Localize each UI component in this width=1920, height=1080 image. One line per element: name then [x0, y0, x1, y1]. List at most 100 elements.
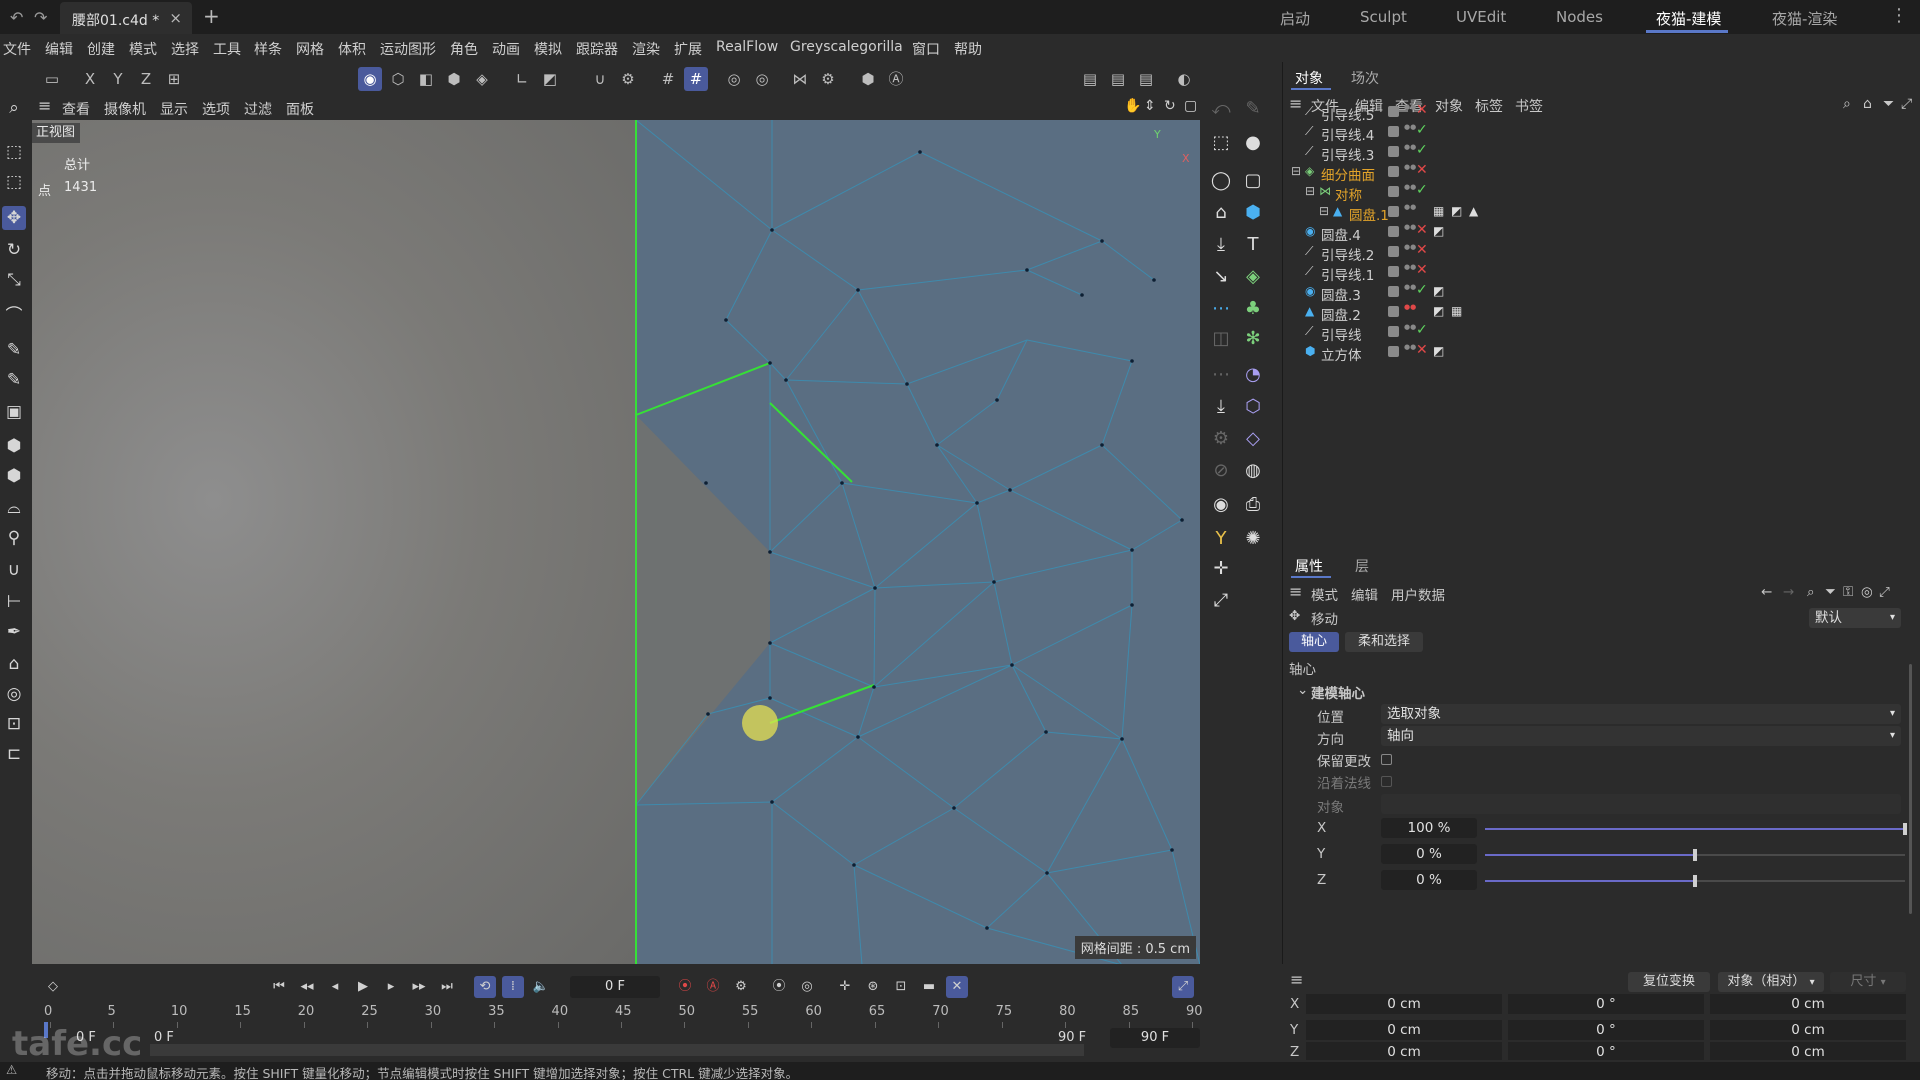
mesh-wireframe[interactable] — [32, 120, 1200, 965]
axis-icon[interactable]: Y — [1208, 526, 1234, 552]
x-slider-knob[interactable] — [1903, 823, 1907, 835]
disabled-cross-icon[interactable]: ✕ — [1416, 102, 1428, 118]
along-normal-checkbox[interactable] — [1381, 776, 1392, 787]
expand-group-icon[interactable]: ⌄ — [1297, 682, 1308, 698]
render-settings-icon[interactable]: ▤ — [1134, 67, 1158, 91]
viewport-menu-panel[interactable]: 面板 — [286, 99, 314, 119]
line-cut-icon[interactable]: ✎ — [2, 368, 26, 392]
points-mode-icon[interactable]: ◉ — [358, 67, 382, 91]
visibility-dots[interactable]: ●● — [1404, 304, 1416, 311]
layer-swatch[interactable] — [1388, 146, 1399, 157]
y-slider-knob[interactable] — [1693, 849, 1697, 861]
workplane-icon[interactable]: ◎ — [722, 67, 746, 91]
object-name[interactable]: 立方体 — [1321, 344, 1362, 364]
render-picture-viewer-icon[interactable]: ▤ — [1106, 67, 1130, 91]
object-row[interactable]: ⊟ ⋈ 对称 ●● ✓ — [1283, 182, 1920, 204]
model-mode-icon[interactable]: ⬢ — [442, 67, 466, 91]
pen-tool-icon[interactable]: ✒ — [2, 620, 26, 644]
key-rotation-icon[interactable]: ◎ — [796, 976, 818, 998]
sphere-icon[interactable]: ● — [1240, 130, 1266, 156]
layer-swatch[interactable] — [1388, 166, 1399, 177]
viewport-menu-display[interactable]: 显示 — [160, 99, 188, 119]
center-axis-icon[interactable]: ✛ — [1208, 556, 1234, 582]
disabled-cross-icon[interactable]: ✕ — [1416, 342, 1428, 358]
z-slider-knob[interactable] — [1693, 875, 1697, 887]
key-scale-icon[interactable]: ✛ — [834, 976, 856, 998]
layer-swatch[interactable] — [1388, 286, 1399, 297]
render-region-icon[interactable]: ⬢ — [856, 67, 880, 91]
visibility-dots[interactable]: ●● — [1404, 284, 1416, 291]
object-name[interactable]: 圆盘.2 — [1321, 304, 1361, 324]
viewport[interactable]: 正视图 总计 点 1431 Y X 网格间距 : 0.5 cm — [32, 120, 1200, 965]
object-row[interactable]: ⟋ 引导线.4 ●● ✓ — [1283, 122, 1920, 144]
drop-to-floor-icon[interactable]: ⤓ — [1208, 232, 1234, 258]
subdivision-surface-icon[interactable]: ◈ — [1240, 264, 1266, 290]
rotation-x-field[interactable]: 0 ° — [1508, 994, 1704, 1014]
lock-icon[interactable]: ⚿ — [1843, 584, 1853, 600]
keyframe-selection-icon[interactable]: ⚙ — [730, 976, 752, 998]
back-icon[interactable]: ← — [1761, 584, 1772, 600]
rectangle-spline-icon[interactable]: ▢ — [1240, 168, 1266, 194]
y-slider[interactable] — [1485, 849, 1905, 861]
layer-swatch[interactable] — [1388, 206, 1399, 217]
object-name[interactable]: 对称 — [1335, 184, 1362, 204]
close-tab-icon[interactable]: × — [169, 9, 182, 27]
slide-tool-icon[interactable]: ◎ — [2, 682, 26, 706]
layout-tab-uvedit[interactable]: UVEdit — [1456, 8, 1506, 26]
collapse-toggle-icon[interactable]: ⊟ — [1305, 184, 1315, 198]
position-x-field[interactable]: 0 cm — [1306, 994, 1502, 1014]
viewport-solo-icon[interactable]: ◐ — [1172, 67, 1196, 91]
position-z-field[interactable]: 0 cm — [1306, 1042, 1502, 1060]
enabled-check-icon[interactable]: ✓ — [1416, 282, 1428, 298]
bevel-icon[interactable]: ⬢ — [2, 464, 26, 488]
enabled-check-icon[interactable]: ✓ — [1416, 322, 1428, 338]
visibility-dots[interactable]: ●● — [1404, 324, 1416, 331]
object-row[interactable]: ⟋ 引导线.5 ●● ✕ — [1283, 102, 1920, 124]
object-tag-icon[interactable]: ◩ — [1433, 224, 1444, 238]
axis-mode-icon[interactable]: ∟ — [510, 67, 534, 91]
visibility-dots[interactable]: ●● — [1404, 344, 1416, 351]
key-options-icon[interactable]: ▬ — [918, 976, 940, 998]
object-row[interactable]: ⟋ 引导线.2 ●● ✕ — [1283, 242, 1920, 264]
collapse-toggle-icon[interactable]: ⊟ — [1319, 204, 1329, 218]
preview-start-value[interactable]: 0 F — [154, 1030, 174, 1045]
paint-icon[interactable]: ✎ — [1240, 96, 1266, 122]
viewport-settings-icon[interactable]: ⚙ — [1208, 426, 1234, 452]
magnet-icon[interactable]: ∪ — [588, 67, 612, 91]
snap-grid-icon[interactable]: ⋯ — [1208, 362, 1234, 388]
cloner-icon[interactable]: ♣ — [1240, 296, 1266, 322]
preset-dropdown[interactable]: 默认 ▾ — [1809, 608, 1901, 628]
next-key-icon[interactable]: ▸▸ — [408, 976, 430, 998]
layout-tab-nodes[interactable]: Nodes — [1556, 8, 1603, 26]
record-icon[interactable]: ⦿ — [674, 976, 696, 998]
bend-icon[interactable]: ◇ — [1240, 426, 1266, 452]
layout-tab-startup[interactable]: 启动 — [1280, 8, 1310, 29]
document-tab[interactable]: 腰部01.c4d * × — [60, 2, 192, 34]
x-value-field[interactable]: 100 % — [1381, 818, 1477, 838]
object-tag-icon[interactable]: ◩ — [1451, 204, 1462, 218]
auto-key-icon[interactable]: Ⓐ — [884, 67, 908, 91]
layer-swatch[interactable] — [1388, 106, 1399, 117]
key-param-icon[interactable]: ⊛ — [862, 976, 884, 998]
scale-axis-icon[interactable]: ⤢ — [1208, 588, 1234, 614]
lock-y-button[interactable]: Y — [106, 67, 130, 91]
object-name[interactable]: 引导线.5 — [1321, 104, 1374, 124]
view-name-label[interactable]: 正视图 — [32, 123, 80, 143]
play-icon[interactable]: ▶ — [352, 976, 374, 998]
go-to-start-icon[interactable]: ⏮ — [268, 976, 290, 998]
menu-character[interactable]: 角色 — [450, 39, 478, 59]
new-tab-icon[interactable]: + — [203, 4, 220, 28]
extrude-inner-icon[interactable]: ⬢ — [2, 434, 26, 458]
coordinate-system-icon[interactable]: ⊞ — [162, 67, 186, 91]
object-name[interactable]: 引导线 — [1321, 324, 1362, 344]
tab-takes[interactable]: 场次 — [1351, 68, 1379, 88]
visibility-dots[interactable]: ●● — [1404, 264, 1416, 271]
orbit-view-icon[interactable]: ↻ — [1164, 98, 1176, 114]
attr-menu-edit[interactable]: 编辑 — [1351, 584, 1378, 604]
object-row[interactable]: ⬢ 立方体 ●● ✕ ◩ — [1283, 342, 1920, 364]
tab-layers[interactable]: 层 — [1355, 556, 1369, 576]
size-y-field[interactable]: 0 cm — [1710, 1020, 1906, 1040]
menu-simulate[interactable]: 模拟 — [534, 39, 562, 59]
brush-tool-icon[interactable]: ⌒ — [2, 304, 26, 328]
menu-mode[interactable]: 模式 — [129, 39, 157, 59]
